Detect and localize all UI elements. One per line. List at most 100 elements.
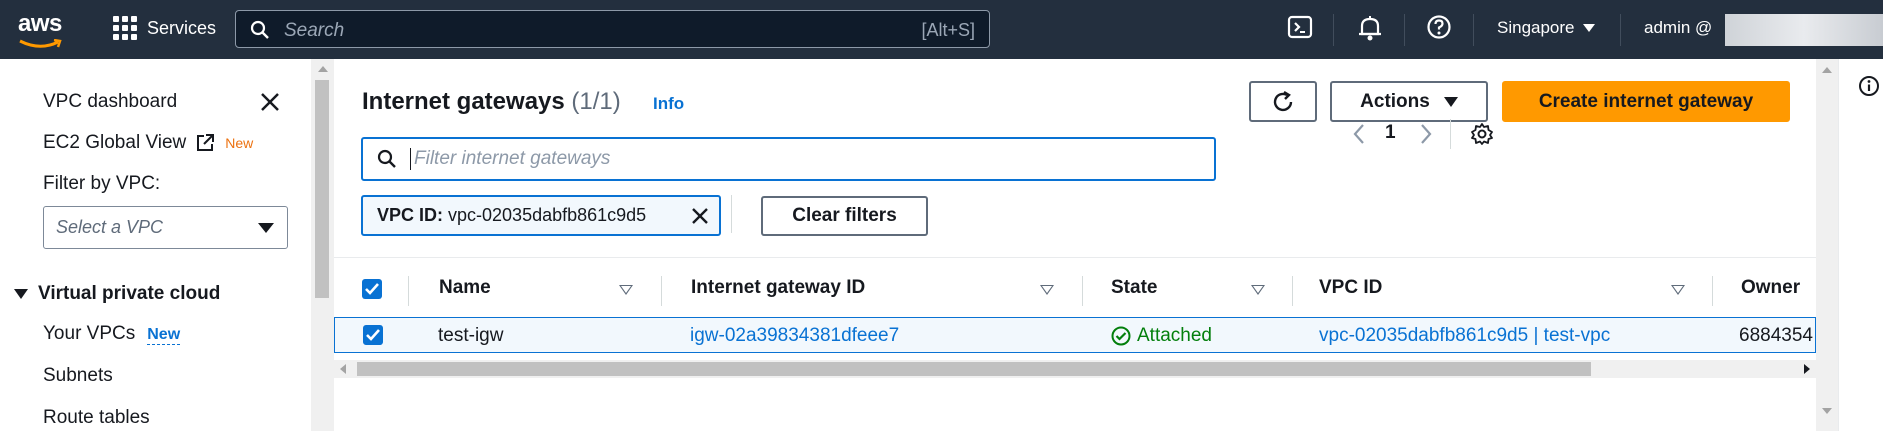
- cell-vpc-id-link[interactable]: vpc-02035dabfb861c9d5 | test-vpc: [1319, 325, 1610, 347]
- nav-divider: [1404, 14, 1405, 46]
- sort-icon[interactable]: [1671, 285, 1685, 295]
- table-horizontal-scrollbar[interactable]: [334, 360, 1816, 378]
- sidebar-item-subnets[interactable]: Subnets: [43, 365, 113, 387]
- sidebar-scrollbar[interactable]: [311, 59, 334, 431]
- sidebar-item-your-vpcs[interactable]: Your VPCs New: [43, 323, 181, 345]
- info-link[interactable]: Info: [653, 94, 684, 114]
- refresh-button[interactable]: [1249, 81, 1317, 122]
- filter-token-value: vpc-02035dabfb861c9d5: [448, 205, 647, 225]
- cell-igw-id-link[interactable]: igw-02a39834381dfeee7: [690, 325, 899, 347]
- scroll-down-arrow-icon[interactable]: [1822, 408, 1832, 414]
- filter-internet-gateways-input[interactable]: Filter internet gateways: [361, 137, 1216, 181]
- nav-divider: [1473, 14, 1474, 46]
- ec2-global-view-label: EC2 Global View: [43, 132, 187, 153]
- row-checkbox[interactable]: [363, 325, 383, 345]
- vpc-select[interactable]: Select a VPC: [43, 206, 288, 249]
- settings-gear-icon[interactable]: [1470, 122, 1494, 146]
- remove-filter-icon[interactable]: [690, 206, 710, 226]
- filter-by-vpc-label: Filter by VPC:: [43, 173, 161, 194]
- services-menu[interactable]: Services: [113, 16, 216, 40]
- region-selector[interactable]: Singapore: [1497, 18, 1595, 38]
- sort-icon[interactable]: [1040, 285, 1054, 295]
- search-icon: [377, 149, 396, 168]
- top-navigation: aws Services Search [Alt+S] Singapore ad…: [0, 0, 1883, 59]
- services-label: Services: [147, 17, 217, 38]
- content-scrollbar[interactable]: [1816, 59, 1838, 431]
- nav-divider: [1620, 14, 1621, 46]
- refresh-icon: [1273, 90, 1293, 111]
- table-header: Name Internet gateway ID State VPC ID Ow…: [334, 257, 1816, 320]
- column-header-state[interactable]: State: [1111, 277, 1157, 299]
- sidebar-item-vpc-dashboard[interactable]: VPC dashboard: [43, 91, 177, 113]
- scroll-left-arrow-icon[interactable]: [340, 364, 346, 374]
- filter-token-key: VPC ID:: [377, 205, 444, 225]
- scroll-up-arrow-icon[interactable]: [318, 66, 328, 72]
- close-icon[interactable]: [260, 92, 280, 112]
- next-page-icon[interactable]: [1419, 123, 1433, 145]
- actions-dropdown-button[interactable]: Actions: [1330, 81, 1488, 122]
- item-count: (1/1): [571, 88, 621, 115]
- search-shortcut: [Alt+S]: [921, 20, 975, 40]
- search-icon: [250, 20, 269, 39]
- sidebar-item-label: Your VPCs: [43, 323, 136, 344]
- column-header-name[interactable]: Name: [439, 277, 491, 299]
- scroll-up-arrow-icon[interactable]: [1822, 67, 1832, 73]
- previous-page-icon[interactable]: [1352, 123, 1366, 145]
- page-number[interactable]: 1: [1385, 122, 1396, 144]
- account-menu[interactable]: admin @: [1644, 18, 1712, 38]
- scroll-right-arrow-icon[interactable]: [1804, 364, 1810, 374]
- column-divider: [661, 276, 662, 306]
- info-circle-icon[interactable]: [1858, 75, 1880, 97]
- column-divider: [1082, 276, 1083, 306]
- column-divider: [408, 276, 409, 306]
- column-divider: [1712, 276, 1713, 306]
- table-row[interactable]: test-igw igw-02a39834381dfeee7 Attached …: [334, 317, 1816, 353]
- filter-token-vpc-id: VPC ID: vpc-02035dabfb861c9d5: [361, 195, 721, 236]
- column-header-owner[interactable]: Owner: [1741, 277, 1800, 299]
- state-label: Attached: [1137, 325, 1212, 346]
- nav-divider: [1333, 14, 1334, 46]
- aws-logo[interactable]: aws: [18, 12, 72, 48]
- filter-placeholder: Filter internet gateways: [410, 148, 610, 170]
- column-header-vpc-id[interactable]: VPC ID: [1319, 277, 1382, 299]
- caret-down-icon: [1443, 96, 1458, 107]
- token-divider: [731, 195, 732, 233]
- scrollbar-thumb[interactable]: [315, 80, 329, 298]
- global-search-input[interactable]: Search [Alt+S]: [235, 10, 990, 48]
- vpc-select-placeholder: Select a VPC: [56, 217, 164, 237]
- cloudshell-icon[interactable]: [1287, 14, 1313, 40]
- sidebar-item-ec2-global-view[interactable]: EC2 Global View New: [43, 132, 253, 154]
- main-content: Internet gateways (1/1) Info Actions Cre…: [334, 59, 1840, 431]
- create-internet-gateway-button[interactable]: Create internet gateway: [1502, 81, 1790, 122]
- checkmark-icon: [365, 283, 379, 295]
- scrollbar-thumb[interactable]: [357, 362, 1591, 376]
- cell-state: Attached: [1111, 325, 1212, 347]
- cell-owner: 6884354: [1739, 325, 1813, 346]
- side-navigation: VPC dashboard EC2 Global View New Filter…: [0, 59, 311, 431]
- sidebar-item-route-tables[interactable]: Route tables: [43, 407, 150, 429]
- external-link-icon: [197, 134, 215, 151]
- column-header-igw-id[interactable]: Internet gateway ID: [691, 277, 865, 299]
- section-title: Virtual private cloud: [38, 283, 221, 304]
- checkmark-icon: [366, 329, 380, 341]
- new-badge: New: [225, 135, 254, 151]
- new-badge: New: [147, 326, 181, 345]
- status-success-icon: [1111, 326, 1131, 346]
- services-grid-icon: [113, 16, 137, 40]
- select-all-checkbox[interactable]: [362, 279, 382, 299]
- pager-divider: [1450, 119, 1451, 149]
- expand-caret-icon: [14, 289, 28, 299]
- sort-icon[interactable]: [1251, 285, 1265, 295]
- caret-down-icon: [1582, 24, 1595, 32]
- region-label: Singapore: [1497, 18, 1575, 37]
- notifications-bell-icon[interactable]: [1357, 14, 1383, 42]
- cell-name: test-igw: [438, 325, 504, 346]
- internet-gateways-panel: Internet gateways (1/1) Info Actions Cre…: [334, 59, 1816, 431]
- sidebar-section-virtual-private-cloud[interactable]: Virtual private cloud: [14, 283, 220, 305]
- clear-filters-button[interactable]: Clear filters: [761, 196, 928, 236]
- search-placeholder: Search: [284, 20, 345, 41]
- help-icon[interactable]: [1426, 14, 1452, 40]
- aws-smile-icon: [19, 38, 62, 48]
- column-divider: [1292, 276, 1293, 306]
- sort-icon[interactable]: [619, 285, 633, 295]
